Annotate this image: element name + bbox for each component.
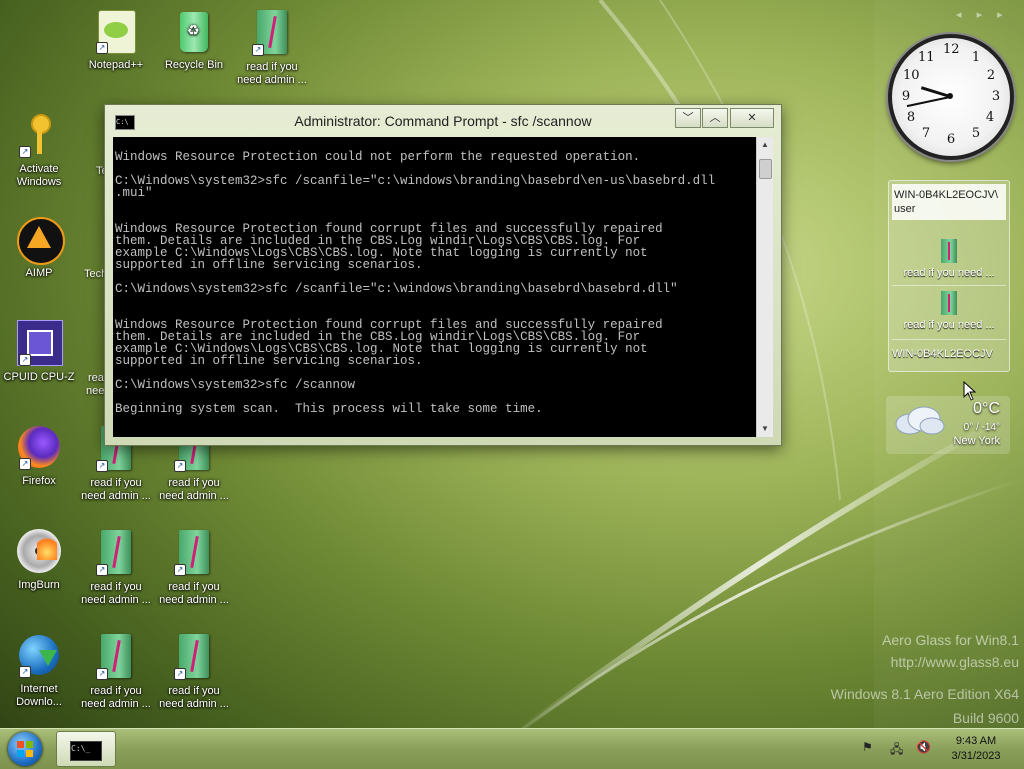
book-icon: ↗: [170, 634, 218, 682]
book-icon: [941, 239, 957, 263]
desktop-icon-activate-windows[interactable]: ↗ Activate Windows: [0, 112, 78, 189]
network-item[interactable]: read if you need ...: [892, 289, 1006, 332]
separator: [892, 339, 1006, 340]
partial-icon-label: rea: [88, 372, 104, 384]
clock-center: [947, 93, 953, 99]
network-gadget[interactable]: WIN-0B4KL2EOCJV\ user read if you need .…: [888, 180, 1010, 372]
flag-icon[interactable]: ⚑: [862, 740, 873, 754]
clock-number: 3: [991, 89, 1001, 104]
volume-muted-icon[interactable]: 🔇: [916, 740, 931, 754]
partial-icon-label: nee: [86, 385, 105, 397]
taskbar-clock[interactable]: 9:43 AM 3/31/2023: [940, 734, 1012, 764]
watermark-line: Build 9600: [952, 710, 1019, 726]
desktop-icon-imgburn[interactable]: ImgBurn: [0, 528, 78, 592]
key-icon: ↗: [15, 112, 63, 160]
console-text: Windows Resource Protection could not pe…: [115, 150, 716, 437]
disc-icon: [15, 528, 63, 576]
network-selected-user[interactable]: WIN-0B4KL2EOCJV\ user: [892, 184, 1006, 220]
vertical-scrollbar[interactable]: ▲ ▼: [756, 137, 773, 437]
clock-number: 10: [903, 68, 920, 83]
weather-range: 0° / -14°: [963, 422, 1000, 433]
clock-number: 6: [946, 132, 956, 147]
close-button[interactable]: ✕: [730, 108, 774, 128]
clock-number: 4: [985, 110, 995, 125]
network-item-label: read if you need ...: [903, 267, 995, 279]
windows-logo-icon: [17, 741, 33, 757]
book-icon: ↗: [248, 10, 296, 58]
network-icon[interactable]: 🖧: [890, 740, 903, 761]
scroll-thumb[interactable]: [759, 159, 772, 179]
gadget-nav-arrows-icon[interactable]: ◂ ▸ ▸: [956, 8, 1009, 21]
cloud-icon: [895, 406, 945, 435]
book-icon: ↗: [92, 634, 140, 682]
start-button[interactable]: [8, 732, 42, 766]
clock-number: 9: [901, 89, 911, 104]
console-output[interactable]: Windows Resource Protection could not pe…: [113, 137, 773, 437]
desktop-icon-read-admin-4[interactable]: ↗ read if you need admin ...: [77, 528, 155, 607]
desktop-icon-notepadpp[interactable]: ↗ Notepad++: [77, 8, 155, 72]
clock-number: 12: [943, 42, 960, 57]
cmd-window[interactable]: C:\ Administrator: Command Prompt - sfc …: [104, 104, 782, 446]
desktop-icon-cpuz[interactable]: ↗ CPUID CPU-Z: [0, 320, 78, 384]
weather-gadget[interactable]: 0°C 0° / -14° New York: [886, 396, 1010, 454]
book-icon: [941, 291, 957, 315]
separator: [892, 285, 1006, 286]
recycle-bin-icon: ♻: [170, 8, 218, 56]
scroll-down-arrow-icon[interactable]: ▼: [757, 421, 773, 437]
notepadpp-icon: ↗: [92, 8, 140, 56]
clock-number: 7: [921, 126, 931, 141]
clock-number: 5: [971, 126, 981, 141]
taskbar-cmd-button[interactable]: C:\_: [56, 731, 116, 767]
desktop-icon-read-admin-6[interactable]: ↗ read if you need admin ...: [77, 632, 155, 711]
network-computer-label: WIN-0B4KL2EOCJV: [892, 348, 993, 360]
globe-icon: ↗: [15, 632, 63, 680]
taskbar-date: 3/31/2023: [951, 750, 1001, 762]
cmd-icon: C:\_: [70, 741, 102, 761]
weather-city: New York: [953, 435, 1000, 447]
cmd-titlebar[interactable]: C:\ Administrator: Command Prompt - sfc …: [105, 105, 781, 137]
watermark-line: Windows 8.1 Aero Edition X64: [830, 686, 1019, 702]
desktop-icon-idm[interactable]: ↗ Internet Downlo...: [0, 632, 78, 709]
watermark-line: http://www.glass8.eu: [890, 654, 1019, 670]
clock-number: 8: [906, 110, 916, 125]
firefox-icon: ↗: [15, 424, 63, 472]
network-user-label: WIN-0B4KL2EOCJV\ user: [894, 189, 998, 215]
aimp-icon: [15, 216, 65, 265]
scroll-down-button[interactable]: ﹀: [675, 108, 701, 128]
clock-number: 1: [971, 50, 981, 65]
weather-temp: 0°C: [973, 400, 1000, 417]
clock-number: 2: [986, 68, 996, 83]
network-item-label: read if you need ...: [903, 319, 995, 331]
desktop-icon-firefox[interactable]: ↗ Firefox: [0, 424, 78, 488]
clock-gadget[interactable]: 12 1 2 3 4 5 6 7 8 9 10 11: [888, 34, 1014, 160]
desktop-icon-read-admin-5[interactable]: ↗ read if you need admin ...: [155, 528, 233, 607]
desktop-icon-recycle-bin[interactable]: ♻ Recycle Bin: [155, 8, 233, 72]
network-item[interactable]: read if you need ...: [892, 237, 1006, 280]
taskbar: C:\_ ⚑ 🖧 🔇 9:43 AM 3/31/2023: [0, 728, 1024, 769]
book-icon: ↗: [170, 530, 218, 578]
cpuz-icon: ↗: [15, 320, 63, 368]
desktop-icon-read-admin-7[interactable]: ↗ read if you need admin ...: [155, 632, 233, 711]
desktop-icon-aimp[interactable]: AIMP: [0, 216, 78, 280]
book-icon: ↗: [92, 530, 140, 578]
desktop-icon-read-admin[interactable]: ↗ read if you need admin ...: [233, 8, 311, 87]
network-computer[interactable]: WIN-0B4KL2EOCJV: [892, 347, 1006, 361]
minimize-button[interactable]: ︿: [702, 108, 728, 128]
watermark-line: Aero Glass for Win8.1: [882, 632, 1019, 648]
scroll-up-arrow-icon[interactable]: ▲: [757, 137, 773, 153]
clock-number: 11: [918, 50, 935, 65]
taskbar-time: 9:43 AM: [955, 735, 997, 747]
